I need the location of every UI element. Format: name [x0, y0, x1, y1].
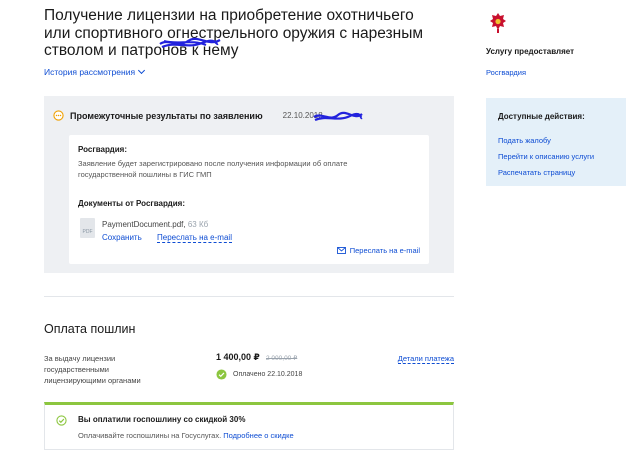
- pdf-file-icon: PDF: [80, 218, 95, 238]
- forward-email-link[interactable]: Переслать на e-mail: [157, 233, 232, 243]
- file-size: 63 Кб: [187, 220, 209, 229]
- provider-link[interactable]: Росгвардия: [486, 68, 526, 77]
- provider-label: Услугу предоставляет: [486, 47, 575, 56]
- docs-label: Документы от Росгвардия:: [78, 199, 186, 208]
- print-page-link[interactable]: Распечатать страницу: [498, 168, 575, 177]
- check-circle-icon: [56, 415, 67, 426]
- discount-more-link[interactable]: Подробнее о скидке: [223, 431, 293, 440]
- pdf-file-type: PDF: [82, 229, 93, 235]
- history-toggle[interactable]: История рассмотрения: [44, 66, 146, 77]
- save-file-link[interactable]: Сохранить: [102, 233, 142, 242]
- results-header: Промежуточные результаты по заявлению 22…: [53, 110, 323, 121]
- history-label: История рассмотрения: [44, 67, 136, 77]
- discount-title: Вы оплатили госпошлину со скидкой 30%: [78, 415, 246, 424]
- org-label: Росгвардия:: [78, 145, 127, 154]
- discount-notice: Вы оплатили госпошлину со скидкой 30% Оп…: [44, 402, 454, 450]
- results-card: Росгвардия: Заявление будет зарегистриро…: [69, 135, 429, 264]
- forward-email-right-link[interactable]: Переслать на e-mail: [350, 246, 420, 255]
- results-title: Промежуточные результаты по заявлению: [70, 110, 263, 121]
- redaction-scribble-date: [313, 111, 363, 122]
- discount-text: Оплачивайте госпошлины на Госуслугах. По…: [78, 431, 294, 440]
- file-name: PaymentDocument.pdf, 63 Кб: [102, 220, 208, 229]
- page-title: Получение лицензии на приобретение охотн…: [44, 7, 424, 59]
- fees-title: Оплата пошлин: [44, 322, 136, 336]
- emblem-icon: [490, 13, 506, 33]
- chevron-down-icon: [138, 66, 146, 75]
- actions-title: Доступные действия:: [498, 112, 585, 121]
- fee-old-amount: 2 000,00 ₽: [266, 355, 298, 362]
- section-divider: [44, 296, 454, 297]
- mail-icon: [336, 247, 346, 254]
- check-circle-icon: [216, 369, 227, 380]
- fee-description: За выдачу лицензии государственными лице…: [44, 354, 141, 385]
- clock-icon: [53, 110, 64, 121]
- file-name-text: PaymentDocument.pdf,: [102, 220, 186, 229]
- org-message: Заявление будет зарегистрировано после п…: [78, 159, 348, 179]
- fee-amount: 1 400,00 ₽: [216, 352, 260, 362]
- paid-status-text: Оплачено 22.10.2018: [233, 371, 303, 378]
- service-description-link[interactable]: Перейти к описанию услуги: [498, 152, 594, 161]
- intermediate-results-panel: Промежуточные результаты по заявлению 22…: [44, 96, 454, 273]
- discount-text-body: Оплачивайте госпошлины на Госуслугах.: [78, 431, 222, 440]
- forward-email-action[interactable]: Переслать на e-mail: [336, 246, 420, 255]
- available-actions-panel: Доступные действия: Подать жалобу Перейт…: [486, 98, 626, 186]
- paid-status: Оплачено 22.10.2018: [216, 369, 302, 380]
- file-complaint-link[interactable]: Подать жалобу: [498, 136, 551, 145]
- payment-details-link[interactable]: Детали платежа: [397, 354, 454, 364]
- redaction-scribble: [159, 37, 221, 49]
